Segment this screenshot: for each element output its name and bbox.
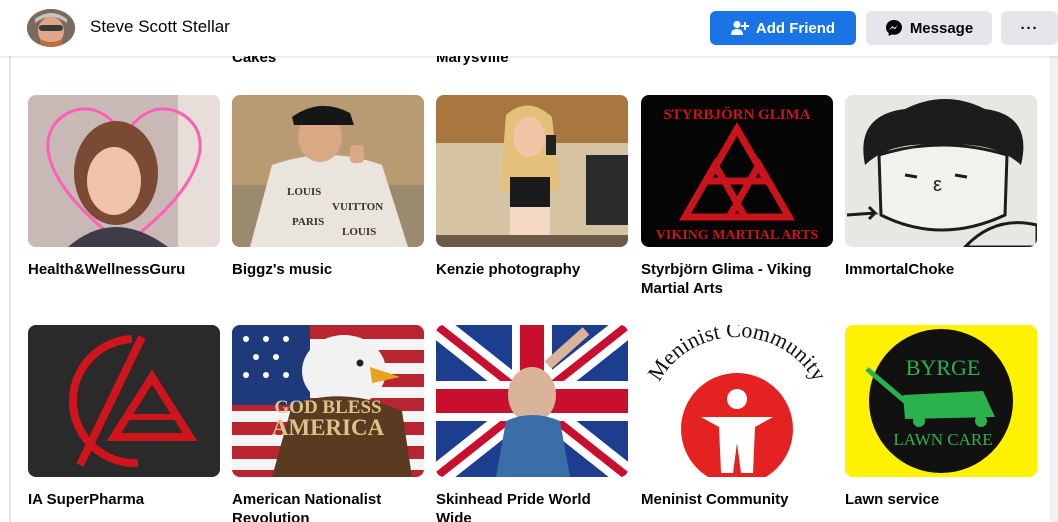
page-name[interactable]: IA SuperPharma [28, 490, 220, 509]
page-thumbnail[interactable] [28, 325, 220, 477]
page-name[interactable]: Styrbjörn Glima - Viking Martial Arts [641, 260, 833, 298]
profile-avatar[interactable] [27, 9, 75, 47]
page-name[interactable]: Kenzie photography [436, 260, 628, 279]
page-card[interactable]: Meninist Community Meninist Community [641, 325, 833, 509]
page-name[interactable]: American Nationalist Revolution [232, 490, 424, 522]
page-name[interactable]: ImmortalChoke [845, 260, 1037, 279]
page-thumbnail[interactable]: LOUIS VUITTON PARIS LOUIS [232, 95, 424, 247]
message-button[interactable]: Message [866, 11, 992, 45]
page-name[interactable]: Health&WellnessGuru [28, 260, 220, 279]
page-name[interactable]: Biggz's music [232, 260, 424, 279]
profile-name[interactable]: Steve Scott Stellar [90, 17, 230, 37]
styrbjorn-title-text: STYRBJÖRN GLIMA [663, 106, 810, 123]
page-thumbnail[interactable]: Meninist Community [641, 325, 833, 477]
add-friend-icon [730, 20, 749, 36]
page-card[interactable]: BYRGE LAWN CARE Lawn service [845, 325, 1037, 509]
page-thumbnail[interactable]: GOD BLESS AMERICA [232, 325, 424, 477]
page-thumbnail[interactable] [436, 325, 628, 477]
profile-header: Steve Scott Stellar Add Friend Message ·… [0, 0, 1058, 56]
page-name[interactable]: Lawn service [845, 490, 1037, 509]
message-label: Message [909, 19, 974, 37]
svg-text:VUITTON: VUITTON [332, 201, 383, 213]
page-name[interactable]: Meninist Community [641, 490, 833, 509]
page-thumbnail[interactable]: ε [845, 95, 1037, 247]
america-text: AMERICA [272, 415, 385, 440]
svg-text:LOUIS: LOUIS [287, 186, 321, 198]
page-card[interactable]: IA SuperPharma [28, 325, 220, 509]
page-thumbnail[interactable] [28, 95, 220, 247]
add-friend-label: Add Friend [755, 19, 836, 37]
scrollbar-track[interactable] [1050, 56, 1058, 522]
page-card[interactable]: ε ImmortalChoke [845, 95, 1037, 279]
page-card[interactable]: Kenzie photography [436, 95, 628, 279]
page-name[interactable]: Skinhead Pride World Wide [436, 490, 628, 522]
svg-text:LOUIS: LOUIS [342, 226, 376, 238]
page-border [9, 56, 11, 522]
page-card[interactable]: LOUIS VUITTON PARIS LOUIS Biggz's music [232, 95, 424, 279]
page-card[interactable]: STYRBJÖRN GLIMA VIKING MARTIAL ARTS Styr… [641, 95, 833, 298]
page-thumbnail[interactable] [436, 95, 628, 247]
page-card[interactable]: Health&WellnessGuru [28, 95, 220, 279]
add-friend-button[interactable]: Add Friend [710, 11, 856, 45]
page-card[interactable]: Skinhead Pride World Wide [436, 325, 628, 522]
page-thumbnail[interactable]: BYRGE LAWN CARE [845, 325, 1037, 477]
svg-text:ε: ε [933, 174, 942, 196]
page-card[interactable]: GOD BLESS AMERICA American Nationalist R… [232, 325, 424, 522]
messenger-icon [885, 19, 903, 37]
more-options-button[interactable]: ··· [1001, 11, 1058, 45]
styrbjorn-subtitle-text: VIKING MARTIAL ARTS [656, 228, 819, 243]
svg-text:PARIS: PARIS [292, 216, 324, 228]
lawn-care-text: LAWN CARE [893, 430, 992, 449]
page-thumbnail[interactable]: STYRBJÖRN GLIMA VIKING MARTIAL ARTS [641, 95, 833, 247]
byrge-title-text: BYRGE [906, 355, 981, 380]
